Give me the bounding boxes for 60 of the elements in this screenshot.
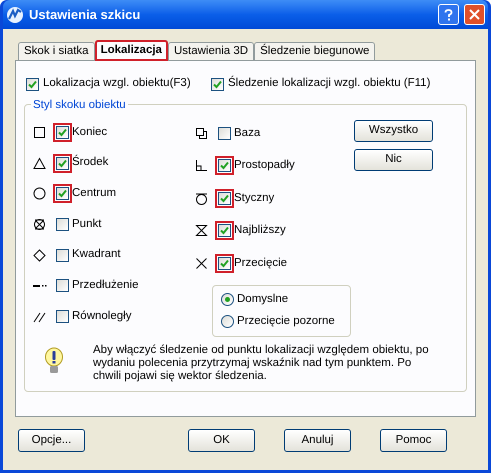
checkbox-label[interactable]: Koniec [72,124,108,141]
checkbox-label[interactable]: Przedłużenie [72,277,138,294]
radio-label[interactable]: Przecięcie pozorne [237,313,335,330]
checkbox-label[interactable]: Środek [72,154,108,172]
close-button[interactable] [464,4,485,25]
radio-button[interactable] [221,292,234,306]
perpendicular-icon [195,159,209,172]
square-icon [33,126,47,139]
checkbox[interactable] [56,187,69,200]
push-button[interactable]: Nic [354,149,433,171]
window-title: Ustawienia szkicu [29,6,142,24]
checkbox-label[interactable]: Styczny [234,190,274,207]
crossed-circle-icon [33,218,47,231]
tangent-circle-icon [195,192,209,205]
checkbox[interactable] [218,126,231,140]
triangle-icon [33,156,47,170]
lightbulb-icon [44,346,64,374]
circle-icon [33,187,47,200]
checkbox-label[interactable]: Lokalizacja wzgl. obiektu(F3) [43,75,191,93]
checkbox-label[interactable]: Baza [234,124,260,142]
question-mark-icon [444,8,453,20]
checkbox[interactable] [218,224,231,238]
tab[interactable]: Lokalizacja [94,40,168,61]
cross-icon [195,256,209,270]
checkbox[interactable] [211,78,224,90]
hourglass-icon [195,224,209,238]
push-button[interactable]: OK [188,429,255,452]
diamond-icon [33,248,47,262]
checkbox-label[interactable]: Kwadrant [72,246,121,264]
checkbox[interactable] [56,156,69,170]
checkbox-label[interactable]: Prostopadły [234,157,295,174]
tab[interactable]: Skok i siatka [18,42,95,60]
checkbox-label[interactable]: Punkt [72,216,102,234]
close-icon [469,9,480,20]
radio-button[interactable] [221,315,234,328]
checkbox[interactable] [56,218,69,231]
checkbox-label[interactable]: Centrum [72,185,116,202]
checkbox[interactable] [218,192,231,205]
checkbox[interactable] [26,78,39,90]
checkbox[interactable] [56,279,69,292]
overlapping-squares-icon [195,126,209,140]
checkbox[interactable] [56,126,69,139]
checkbox[interactable] [218,256,231,270]
checkbox-label[interactable]: Najbliższy [234,222,286,240]
checkbox-label[interactable]: Śledzenie lokalizacji wzgl. obiektu (F11) [228,75,430,93]
checkbox[interactable] [56,248,69,262]
checkbox[interactable] [218,159,231,172]
tab[interactable]: Ustawienia 3D [168,42,254,60]
push-button[interactable]: Opcje... [18,429,85,452]
app-logo-icon [6,6,24,24]
push-button[interactable]: Pomoc [380,429,447,452]
checkbox-label[interactable]: Równoległy [72,308,132,326]
push-button[interactable]: Wszystko [354,120,433,142]
help-button[interactable] [438,4,459,25]
push-button[interactable]: Anuluj [284,429,351,452]
checkbox-label[interactable]: Przecięcie [234,254,288,272]
checkbox[interactable] [56,310,69,323]
tab[interactable]: Śledzenie biegunowe [254,42,376,60]
radio-label[interactable]: Domyslne [237,290,288,308]
hint-text: Aby włączyć śledzenie od punktu lokalizacji względem obiektu, po wydaniu polecenia przytrzymaj wskaźnik nad tym punktem. Po chwili pojawi się wektor śledzenia. [93,344,430,382]
